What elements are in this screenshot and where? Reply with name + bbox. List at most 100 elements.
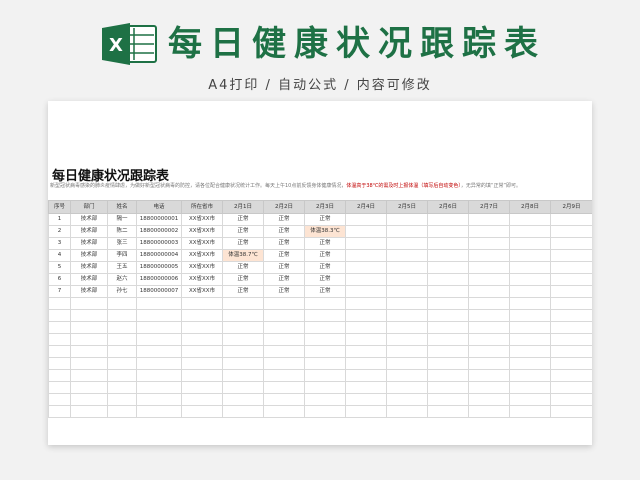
empty-cell[interactable] bbox=[70, 393, 108, 406]
table-cell[interactable]: 3 bbox=[48, 237, 71, 250]
table-cell[interactable]: 正常 bbox=[222, 213, 264, 226]
table-cell[interactable] bbox=[427, 237, 469, 250]
table-cell[interactable]: XX省XX市 bbox=[181, 237, 223, 250]
empty-cell[interactable] bbox=[48, 405, 71, 418]
table-cell[interactable]: 李四 bbox=[107, 249, 137, 262]
table-cell[interactable]: 正常 bbox=[222, 261, 264, 274]
empty-cell[interactable] bbox=[427, 369, 469, 382]
empty-cell[interactable] bbox=[550, 381, 592, 394]
empty-cell[interactable] bbox=[468, 345, 510, 358]
column-header[interactable]: 2月8日 bbox=[509, 200, 551, 214]
table-cell[interactable] bbox=[468, 273, 510, 286]
empty-cell[interactable] bbox=[222, 381, 264, 394]
table-cell[interactable] bbox=[509, 249, 551, 262]
empty-cell[interactable] bbox=[107, 357, 137, 370]
table-cell[interactable] bbox=[386, 261, 428, 274]
table-cell[interactable] bbox=[345, 285, 387, 298]
table-cell[interactable]: 技术部 bbox=[70, 225, 108, 238]
empty-cell[interactable] bbox=[107, 321, 137, 334]
empty-cell[interactable] bbox=[509, 405, 551, 418]
table-cell[interactable] bbox=[550, 261, 592, 274]
empty-cell[interactable] bbox=[136, 357, 182, 370]
table-cell[interactable] bbox=[509, 237, 551, 250]
table-cell[interactable]: 正常 bbox=[304, 213, 346, 226]
table-cell[interactable] bbox=[427, 273, 469, 286]
empty-cell[interactable] bbox=[263, 393, 305, 406]
empty-cell[interactable] bbox=[107, 345, 137, 358]
table-cell[interactable]: 18800000004 bbox=[136, 249, 182, 262]
empty-cell[interactable] bbox=[427, 357, 469, 370]
empty-cell[interactable] bbox=[136, 297, 182, 310]
table-cell[interactable] bbox=[550, 285, 592, 298]
table-cell[interactable] bbox=[345, 237, 387, 250]
empty-cell[interactable] bbox=[427, 381, 469, 394]
table-cell[interactable]: 陈二 bbox=[107, 225, 137, 238]
empty-cell[interactable] bbox=[550, 405, 592, 418]
table-cell[interactable] bbox=[509, 285, 551, 298]
table-cell[interactable]: 技术部 bbox=[70, 273, 108, 286]
table-cell[interactable]: 孙七 bbox=[107, 285, 137, 298]
empty-cell[interactable] bbox=[136, 381, 182, 394]
empty-cell[interactable] bbox=[509, 321, 551, 334]
empty-cell[interactable] bbox=[70, 321, 108, 334]
empty-cell[interactable] bbox=[468, 357, 510, 370]
empty-cell[interactable] bbox=[550, 321, 592, 334]
empty-cell[interactable] bbox=[181, 309, 223, 322]
empty-cell[interactable] bbox=[136, 333, 182, 346]
table-cell[interactable] bbox=[468, 249, 510, 262]
empty-cell[interactable] bbox=[304, 309, 346, 322]
empty-cell[interactable] bbox=[222, 321, 264, 334]
empty-cell[interactable] bbox=[181, 357, 223, 370]
empty-cell[interactable] bbox=[468, 297, 510, 310]
table-cell[interactable]: 正常 bbox=[304, 261, 346, 274]
empty-cell[interactable] bbox=[550, 333, 592, 346]
table-cell[interactable]: 正常 bbox=[304, 249, 346, 262]
empty-cell[interactable] bbox=[345, 405, 387, 418]
empty-cell[interactable] bbox=[48, 309, 71, 322]
table-cell[interactable] bbox=[386, 273, 428, 286]
empty-cell[interactable] bbox=[427, 345, 469, 358]
empty-cell[interactable] bbox=[304, 405, 346, 418]
column-header[interactable]: 2月7日 bbox=[468, 200, 510, 214]
empty-cell[interactable] bbox=[345, 297, 387, 310]
empty-cell[interactable] bbox=[550, 297, 592, 310]
column-header[interactable]: 2月9日 bbox=[550, 200, 592, 214]
empty-cell[interactable] bbox=[181, 345, 223, 358]
empty-cell[interactable] bbox=[304, 321, 346, 334]
table-cell[interactable]: 正常 bbox=[263, 285, 305, 298]
table-cell[interactable] bbox=[550, 249, 592, 262]
table-cell[interactable]: 18800000003 bbox=[136, 237, 182, 250]
empty-cell[interactable] bbox=[509, 393, 551, 406]
table-cell[interactable]: 技术部 bbox=[70, 285, 108, 298]
table-cell[interactable] bbox=[427, 225, 469, 238]
empty-cell[interactable] bbox=[468, 405, 510, 418]
table-cell[interactable] bbox=[550, 225, 592, 238]
empty-cell[interactable] bbox=[386, 309, 428, 322]
table-cell[interactable]: 技术部 bbox=[70, 213, 108, 226]
table-cell[interactable]: 正常 bbox=[222, 273, 264, 286]
table-cell[interactable]: XX省XX市 bbox=[181, 285, 223, 298]
empty-cell[interactable] bbox=[345, 309, 387, 322]
empty-cell[interactable] bbox=[136, 309, 182, 322]
table-cell[interactable]: 正常 bbox=[263, 237, 305, 250]
empty-cell[interactable] bbox=[181, 333, 223, 346]
empty-cell[interactable] bbox=[427, 309, 469, 322]
empty-cell[interactable] bbox=[304, 381, 346, 394]
table-cell[interactable]: 正常 bbox=[304, 237, 346, 250]
table-cell[interactable] bbox=[550, 273, 592, 286]
empty-cell[interactable] bbox=[70, 309, 108, 322]
table-cell[interactable]: 6 bbox=[48, 273, 71, 286]
empty-cell[interactable] bbox=[70, 345, 108, 358]
table-cell[interactable]: XX省XX市 bbox=[181, 213, 223, 226]
empty-cell[interactable] bbox=[386, 369, 428, 382]
empty-cell[interactable] bbox=[468, 369, 510, 382]
table-cell[interactable]: XX省XX市 bbox=[181, 261, 223, 274]
empty-cell[interactable] bbox=[70, 333, 108, 346]
table-cell[interactable]: 正常 bbox=[222, 285, 264, 298]
table-cell[interactable]: 体温38.3℃ bbox=[304, 225, 346, 238]
table-cell[interactable] bbox=[427, 213, 469, 226]
table-cell[interactable] bbox=[468, 225, 510, 238]
empty-cell[interactable] bbox=[222, 357, 264, 370]
empty-cell[interactable] bbox=[222, 405, 264, 418]
empty-cell[interactable] bbox=[263, 357, 305, 370]
